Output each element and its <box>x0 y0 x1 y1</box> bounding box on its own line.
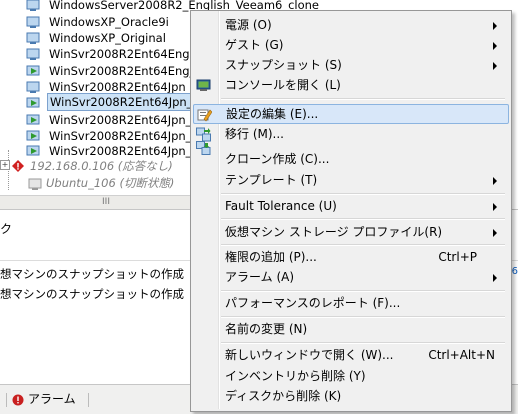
vm-icon <box>26 47 40 61</box>
menu-separator <box>221 290 505 292</box>
menu-item-rename[interactable]: 名前の変更 (N) <box>193 319 507 339</box>
context-menu: 電源 (O) ゲスト (G) スナップショット (S) コンソールを開く (L)… <box>190 10 512 412</box>
menu-item-alarm[interactable]: アラーム (A) <box>193 267 507 287</box>
submenu-arrow-icon <box>493 177 497 185</box>
menu-item-label: アラーム (A) <box>225 270 295 284</box>
menu-item-open-new-window[interactable]: 新しいウィンドウで開く (W)... Ctrl+Alt+N <box>193 345 507 365</box>
task-row[interactable]: 想マシンのスナップショットの作成 <box>0 266 184 282</box>
status-separator <box>6 393 7 407</box>
menu-item-edit-settings[interactable]: 設定の編集 (E)... <box>193 104 509 124</box>
menu-item-fault-tolerance[interactable]: Fault Tolerance (U) <box>193 196 507 216</box>
submenu-arrow-icon <box>493 274 497 282</box>
menu-item-label: 名前の変更 (N) <box>225 322 308 336</box>
migrate-icon <box>196 127 211 142</box>
vm-icon <box>26 0 40 12</box>
menu-item-label: パフォーマンスのレポート (F)... <box>225 296 401 310</box>
submenu-arrow-icon <box>493 62 497 70</box>
vm-running-icon <box>26 96 40 110</box>
menu-separator <box>221 193 505 195</box>
submenu-arrow-icon <box>493 229 497 237</box>
menu-item-label: クローン作成 (C)... <box>225 152 330 166</box>
menu-item-performance-report[interactable]: パフォーマンスのレポート (F)... <box>193 293 507 313</box>
menu-separator <box>221 218 505 220</box>
vm-icon <box>26 31 40 45</box>
tasks-panel-title: ク <box>0 222 13 236</box>
menu-item-add-permission[interactable]: 権限の追加 (P)... Ctrl+P <box>193 247 507 267</box>
clone-icon <box>196 141 211 156</box>
tree-item-label: WinSvr2008R2Ent64Jpn_ID <box>47 93 208 111</box>
menu-separator <box>221 316 505 318</box>
menu-item-label: 新しいウィンドウで開く (W)... <box>225 348 394 362</box>
menu-item-label: ゲスト (G) <box>225 38 284 52</box>
vm-icon <box>26 80 40 94</box>
tree-item-host[interactable]: 192.168.0.106 (応答なし) <box>30 158 173 174</box>
task-row[interactable]: 想マシンのスナップショットの作成 <box>0 286 184 302</box>
menu-item-snapshot[interactable]: スナップショット (S) <box>193 55 507 75</box>
vm-running-icon <box>26 113 40 127</box>
vm-disconnected-icon <box>28 177 42 191</box>
host-alert-icon <box>12 160 24 172</box>
vm-running-icon <box>26 144 40 158</box>
menu-separator <box>221 244 505 246</box>
submenu-arrow-icon <box>493 22 497 30</box>
menu-item-label: インベントリから削除 (Y) <box>225 369 366 383</box>
menu-separator <box>221 98 505 100</box>
status-separator <box>88 393 89 407</box>
submenu-arrow-icon <box>493 42 497 50</box>
menu-item-label: 電源 (O) <box>225 18 272 32</box>
menu-item-label: テンプレート (T) <box>225 173 318 187</box>
menu-item-guest[interactable]: ゲスト (G) <box>193 35 507 55</box>
menu-item-label: 権限の追加 (P)... <box>225 250 317 264</box>
menu-item-label: ディスクから削除 (K) <box>225 389 342 403</box>
scrollbar-grip[interactable]: III <box>100 198 112 207</box>
menu-item-label: 移行 (M)... <box>225 127 284 141</box>
tree-item-label: WinSvr2008R2Ent64Eng <box>49 47 190 61</box>
menu-item-power[interactable]: 電源 (O) <box>193 15 507 35</box>
menu-separator <box>221 342 505 344</box>
menu-item-shortcut: Ctrl+P <box>438 250 477 264</box>
vm-running-icon <box>26 129 40 143</box>
alarm-tab[interactable]: アラーム <box>12 391 76 407</box>
menu-item-delete-from-disk[interactable]: ディスクから削除 (K) <box>193 386 507 406</box>
menu-item-label: Fault Tolerance (U) <box>225 199 337 213</box>
alarm-icon <box>12 394 24 406</box>
tree-expander[interactable]: + <box>0 160 10 170</box>
menu-item-label: コンソールを開く (L) <box>225 78 341 92</box>
menu-item-migrate[interactable]: 移行 (M)... <box>193 124 507 144</box>
menu-item-template[interactable]: テンプレート (T) <box>193 170 507 190</box>
menu-item-label: スナップショット (S) <box>225 58 342 72</box>
alarm-label: アラーム <box>28 392 76 406</box>
menu-item-clone[interactable]: クローン作成 (C)... <box>193 141 507 169</box>
vm-running-icon <box>26 64 40 78</box>
menu-item-open-console[interactable]: コンソールを開く (L) <box>193 75 507 95</box>
edit-settings-icon <box>197 107 213 122</box>
menu-item-label: 仮想マシン ストレージ プロファイル(R) <box>225 225 443 239</box>
menu-item-shortcut: Ctrl+Alt+N <box>428 348 495 362</box>
vm-icon <box>26 15 40 29</box>
submenu-arrow-icon <box>493 203 497 211</box>
console-icon <box>196 78 211 93</box>
menu-item-vm-storage-profile[interactable]: 仮想マシン ストレージ プロファイル(R) <box>193 222 507 242</box>
tree-guide-line <box>8 150 10 190</box>
tree-item-label: Ubuntu_106 (切断状態) <box>46 176 175 190</box>
menu-item-remove-from-inventory[interactable]: インベントリから削除 (Y) <box>193 366 507 386</box>
menu-item-label: 設定の編集 (E)... <box>226 107 319 121</box>
